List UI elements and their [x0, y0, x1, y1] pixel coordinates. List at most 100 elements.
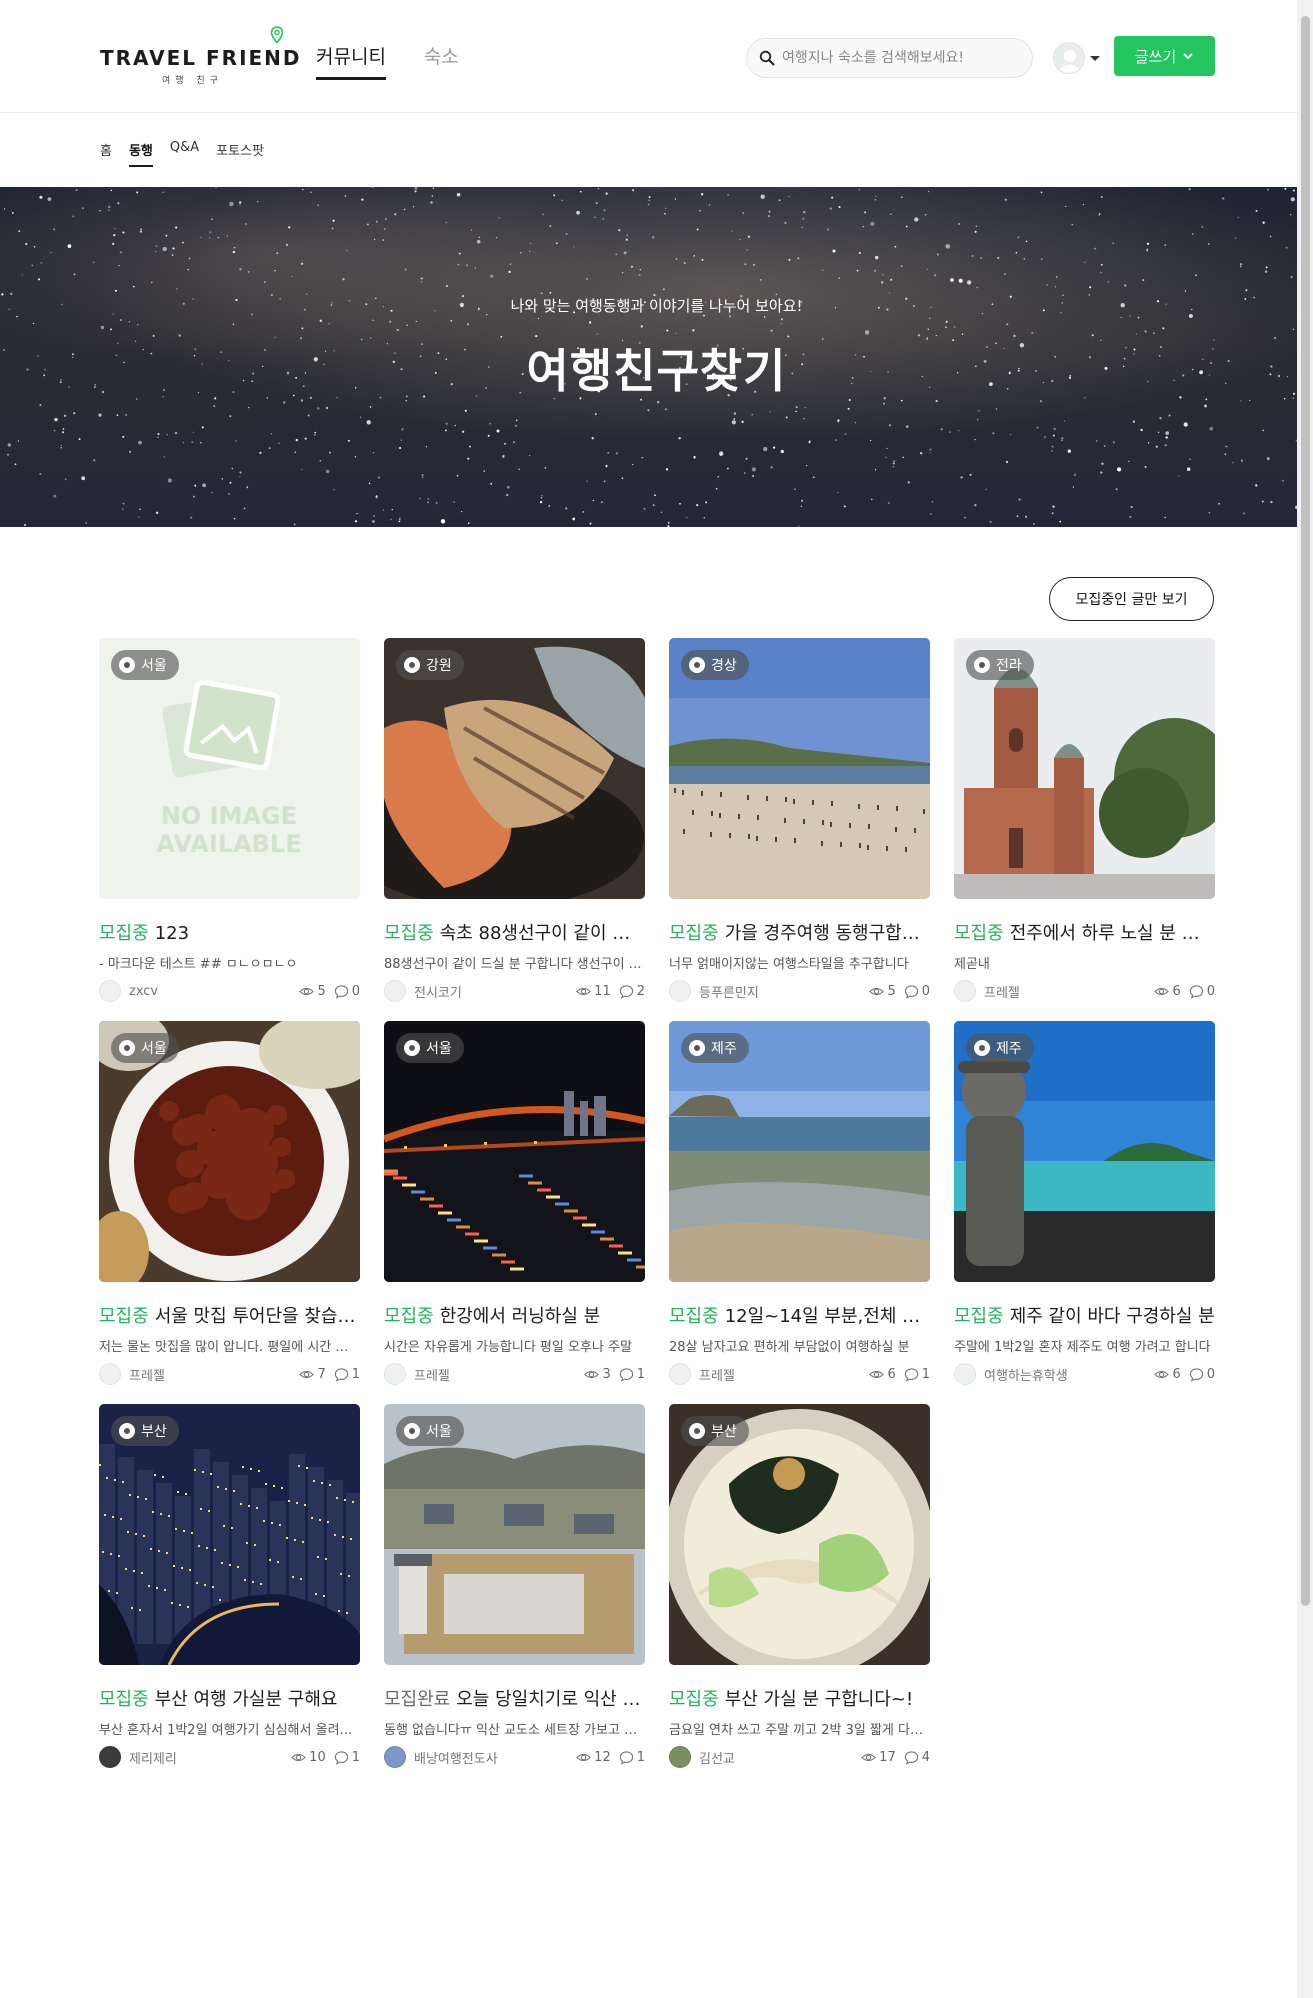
eye-icon: [299, 1370, 315, 1378]
chevron-down-icon[interactable]: [1090, 55, 1100, 61]
post-card[interactable]: 제주 모집중12일~14일 부분,전체 동행 구해요 28살 남자고요 편하게 …: [669, 1021, 930, 1404]
top-header: TRAVEL FRIEND 여행 친구 커뮤니티 숙소 글쓰기: [0, 0, 1313, 113]
post-title[interactable]: 모집중 부산 가실 분 구합니다~!: [669, 1685, 930, 1711]
hero-banner: 나와 맞는 여행동행과 이야기를 나누어 보아요! 여행친구찾기: [0, 187, 1313, 527]
post-thumbnail[interactable]: 제주: [669, 1021, 930, 1282]
post-thumbnail[interactable]: 전라: [954, 638, 1215, 899]
post-author[interactable]: 제리제리: [99, 1746, 177, 1768]
region-label: 부산: [141, 1424, 167, 1440]
post-title-text: 부산 가실 분 구합니다~!: [724, 1689, 914, 1710]
post-author[interactable]: 배낭여행전도사: [384, 1746, 498, 1768]
post-author[interactable]: 등푸른민지: [669, 980, 759, 1002]
recruit-status: 모집중: [384, 1306, 434, 1327]
comment-icon: [904, 1367, 918, 1382]
search-box[interactable]: [746, 38, 1033, 78]
view-count-value: 17: [879, 1749, 896, 1765]
tab-companion[interactable]: 동행: [128, 140, 153, 167]
post-title[interactable]: 모집중 한강에서 러닝하실 분: [384, 1302, 645, 1328]
user-menu[interactable]: [1053, 42, 1100, 74]
post-thumbnail[interactable]: 부산: [99, 1404, 360, 1665]
post-title[interactable]: 모집중 전주에서 하루 노실 분 구해요: [954, 919, 1215, 945]
region-badge: 부산: [111, 1416, 179, 1446]
location-pin-icon: [119, 1423, 135, 1439]
post-thumbnail[interactable]: 부산: [669, 1404, 930, 1665]
view-count-value: 6: [1172, 983, 1181, 999]
recruit-status: 모집중: [669, 1306, 719, 1327]
post-card[interactable]: 강원 모집중속초 88생선구이 같이 드실 분 구합니다 88생선구이 같이 드…: [384, 638, 645, 1021]
post-card[interactable]: 경상 모집중 가을 경주여행 동행구합니다 너무 얽매이지않는 여행스타일을 추구…: [669, 638, 930, 1021]
post-thumbnail[interactable]: 서울: [384, 1021, 645, 1282]
comment-icon: [619, 1367, 633, 1382]
post-title[interactable]: 모집중 서울 맛집 투어단을 찾습니다: [99, 1302, 360, 1328]
post-title[interactable]: 모집중 가을 경주여행 동행구합니다: [669, 919, 930, 945]
post-card[interactable]: 전라 모집중 전주에서 하루 노실 분 구해요 제곧내 프레젤 6 0: [954, 638, 1215, 1021]
post-thumbnail[interactable]: 서울: [384, 1404, 645, 1665]
scrollbar-thumb[interactable]: [1301, 16, 1310, 1606]
post-title[interactable]: 모집완료오늘 당일치기로 익산 가실 분: [384, 1685, 645, 1711]
map-pin-icon: [270, 26, 284, 44]
post-meta: 전시코기 11 2: [384, 980, 645, 1002]
post-stats: 7 1: [299, 1367, 360, 1382]
post-author[interactable]: 여행하는휴학생: [954, 1363, 1068, 1385]
tab-qna[interactable]: Q&A: [170, 140, 199, 167]
view-count-value: 3: [602, 1366, 611, 1382]
breadcrumb-tabs: 홈 동행 Q&A 포토스팟: [100, 140, 264, 167]
view-count-value: 11: [594, 983, 611, 999]
eye-icon: [584, 1370, 600, 1378]
post-thumbnail[interactable]: NO IMAGE AVAILABLE 서울: [99, 638, 360, 899]
region-badge: 제주: [681, 1033, 749, 1063]
comment-count-value: 0: [1206, 1366, 1215, 1382]
post-card[interactable]: 서울 모집중 서울 맛집 투어단을 찾습니다 저는 물논 맛집을 많이 압니다. …: [99, 1021, 360, 1404]
eye-icon: [1154, 1370, 1170, 1378]
recruiting-only-button[interactable]: 모집중인 글만 보기: [1049, 577, 1214, 621]
view-count: 17: [861, 1750, 896, 1765]
post-card[interactable]: 서울 모집중 한강에서 러닝하실 분 시간은 자유롭게 가능합니다 평일 오후나 …: [384, 1021, 645, 1404]
post-stats: 6 0: [1154, 984, 1215, 999]
author-name: 프레젤: [699, 1368, 735, 1384]
nav-community[interactable]: 커뮤니티: [316, 42, 386, 80]
post-title[interactable]: 모집중12일~14일 부분,전체 동행 구해요: [669, 1302, 930, 1328]
post-author[interactable]: 프레젤: [99, 1363, 165, 1385]
nav-lodging[interactable]: 숙소: [424, 42, 459, 80]
post-author[interactable]: zxcv: [99, 980, 158, 1002]
write-button[interactable]: 글쓰기: [1114, 36, 1215, 76]
post-author[interactable]: 프레젤: [384, 1363, 450, 1385]
post-title[interactable]: 모집중속초 88생선구이 같이 드실 분 구합니다: [384, 919, 645, 945]
comment-count-value: 4: [921, 1749, 930, 1765]
author-name: 제리제리: [129, 1751, 177, 1767]
post-thumbnail[interactable]: 서울: [99, 1021, 360, 1282]
post-card[interactable]: 서울 모집완료오늘 당일치기로 익산 가실 분 동행 없습니다ㅠ 익산 교도소 …: [384, 1404, 645, 1787]
post-card[interactable]: 제주 모집중 제주 같이 바다 구경하실 분 주말에 1박2일 혼자 제주도 여행…: [954, 1021, 1215, 1404]
user-avatar[interactable]: [1053, 42, 1085, 74]
post-title-text: 가을 경주여행 동행구합니다: [724, 923, 930, 944]
comment-count-value: 0: [351, 983, 360, 999]
post-title[interactable]: 모집중 123: [99, 919, 360, 945]
post-grid: NO IMAGE AVAILABLE 서울 모집중 123 - 마크다운 테스트 …: [99, 638, 1215, 1787]
post-author[interactable]: 김선교: [669, 1746, 735, 1768]
post-author[interactable]: 전시코기: [384, 980, 462, 1002]
recruit-status: 모집중: [99, 1306, 149, 1327]
user-silhouette-icon: [1059, 50, 1081, 73]
post-thumbnail[interactable]: 제주: [954, 1021, 1215, 1282]
post-title[interactable]: 모집중 제주 같이 바다 구경하실 분: [954, 1302, 1215, 1328]
comment-count-value: 1: [636, 1749, 645, 1765]
post-meta: 프레젤 7 1: [99, 1363, 360, 1385]
scrollbar[interactable]: [1297, 0, 1313, 1998]
author-avatar: [99, 1363, 121, 1385]
tab-photospot[interactable]: 포토스팟: [216, 140, 264, 167]
post-author[interactable]: 프레젤: [669, 1363, 735, 1385]
post-card[interactable]: NO IMAGE AVAILABLE 서울 모집중 123 - 마크다운 테스트 …: [99, 638, 360, 1021]
recruit-status: 모집중: [669, 923, 719, 944]
tab-home[interactable]: 홈: [100, 140, 112, 167]
post-card[interactable]: 부산 모집중 부산 여행 가실분 구해요 부산 혼자서 1박2일 여행가기 심심해…: [99, 1404, 360, 1787]
post-thumbnail[interactable]: 강원: [384, 638, 645, 899]
main-nav: 커뮤니티 숙소: [316, 42, 459, 80]
search-input[interactable]: [782, 50, 1022, 66]
post-title[interactable]: 모집중 부산 여행 가실분 구해요: [99, 1685, 360, 1711]
post-thumbnail[interactable]: 경상: [669, 638, 930, 899]
write-button-label: 글쓰기: [1134, 47, 1177, 66]
post-card[interactable]: 부산 모집중 부산 가실 분 구합니다~! 금요일 연차 쓰고 주말 끼고 2박 …: [669, 1404, 930, 1787]
post-excerpt: 주말에 1박2일 혼자 제주도 여행 가려고 합니다: [954, 1340, 1211, 1355]
site-logo[interactable]: TRAVEL FRIEND 여행 친구: [100, 26, 300, 86]
post-author[interactable]: 프레젤: [954, 980, 1020, 1002]
